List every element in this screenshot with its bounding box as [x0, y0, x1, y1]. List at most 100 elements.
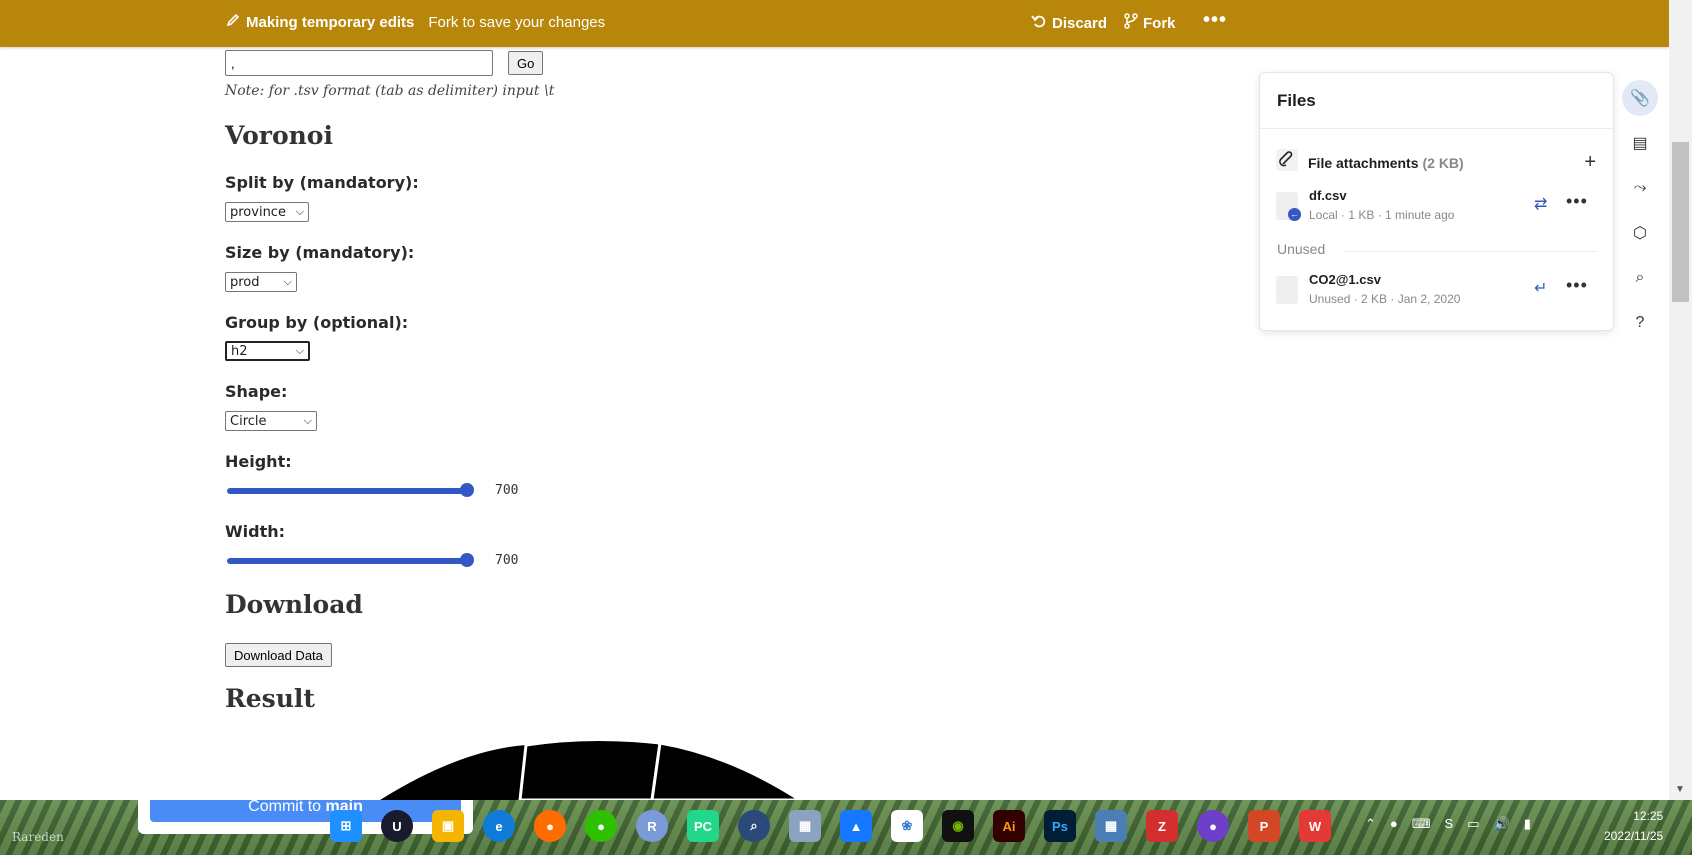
edge-browser-icon[interactable]: e [483, 810, 515, 842]
baidu-netdisk-icon[interactable]: ❀ [891, 810, 923, 842]
network-icon[interactable]: ▭ [1467, 816, 1479, 832]
size-select[interactable]: prod ⌵ [225, 272, 297, 292]
database-icon[interactable]: ▤ [1622, 125, 1658, 161]
download-data-button[interactable]: Download Data [225, 643, 332, 667]
file-more-button[interactable]: ••• [1566, 191, 1588, 212]
wps-icon[interactable]: W [1299, 810, 1331, 842]
help-icon[interactable]: ? [1622, 305, 1658, 341]
shape-value: Circle [230, 413, 267, 429]
nvidia-icon[interactable]: ◉ [942, 810, 974, 842]
search-app-icon[interactable]: ⌕ [738, 810, 770, 842]
more-options-button[interactable]: ••• [1203, 9, 1227, 32]
paperclip-icon [1276, 149, 1298, 176]
width-slider[interactable] [227, 551, 479, 569]
replace-file-icon[interactable]: ⇄ [1534, 194, 1547, 214]
input-method-icon[interactable]: ⌨ [1412, 816, 1431, 832]
fork-label: Fork [1143, 14, 1176, 32]
file-attachments-row: File attachments (2 KB) + [1276, 149, 1596, 176]
taskbar-apps: ⊞ U ▣ e ● ● R PC ⌕ ▦ ▲ ❀ ◉ Ai Ps ▦ Z ● P… [330, 810, 1331, 842]
chevron-down-icon: ⌵ [303, 414, 312, 427]
divider [1343, 251, 1597, 252]
chevron-up-icon[interactable]: ⌃ [1365, 816, 1376, 832]
file-row-co2[interactable]: CO2@1.csv Unused · 2 KB · Jan 2, 2020 ↵ … [1276, 270, 1596, 310]
file-more-button[interactable]: ••• [1566, 275, 1588, 296]
tsv-note: Note: for .tsv format (tab as delimiter)… [225, 83, 555, 99]
clock-date: 2022/11/25 [1604, 829, 1664, 843]
voronoi-chart [380, 737, 803, 800]
voronoi-heading: Voronoi [225, 121, 333, 150]
size-value: prod [230, 274, 260, 290]
illustrator-icon[interactable]: Ai [993, 810, 1025, 842]
files-panel: Files File attachments (2 KB) + ← df.csv … [1259, 72, 1614, 331]
height-slider-thumb[interactable] [460, 483, 474, 497]
attachments-title: File attachments [1308, 154, 1419, 171]
windows-start-icon[interactable]: ⊞ [330, 810, 362, 842]
shape-label: Shape: [225, 382, 288, 401]
battery-icon[interactable]: ▮ [1524, 816, 1531, 832]
voronoi-cell [518, 737, 662, 800]
split-select[interactable]: province ⌵ [225, 202, 309, 222]
attachments-size: (2 KB) [1422, 154, 1464, 171]
discard-button[interactable]: Discard [1031, 13, 1107, 33]
shape-select[interactable]: Circle ⌵ [225, 411, 317, 431]
pycharm-icon[interactable]: PC [687, 810, 719, 842]
firefox-icon[interactable]: ● [534, 810, 566, 842]
r-app-icon[interactable]: R [636, 810, 668, 842]
unused-label: Unused [1277, 241, 1326, 257]
calculator-icon[interactable]: ▦ [1095, 810, 1127, 842]
ultra-app-icon[interactable]: U [381, 810, 413, 842]
file-row-df[interactable]: ← df.csv Local · 1 KB · 1 minute ago ⇄ •… [1276, 186, 1596, 226]
width-slider-thumb[interactable] [460, 553, 474, 567]
discard-label: Discard [1052, 14, 1108, 32]
volume-icon[interactable]: 🔊 [1494, 816, 1510, 832]
width-slider-track [227, 558, 467, 564]
go-button[interactable]: Go [508, 51, 544, 75]
banner-subtitle: Fork to save your changes [428, 13, 606, 31]
undo-icon [1031, 13, 1047, 33]
file-meta: Unused · 2 KB · Jan 2, 2020 [1309, 292, 1461, 306]
attachments-label: File attachments (2 KB) [1308, 155, 1464, 171]
vertical-scrollbar[interactable]: ▼ [1669, 0, 1692, 800]
feishu-icon[interactable]: ▲ [840, 810, 872, 842]
add-file-button[interactable]: + [1584, 151, 1596, 174]
file-explorer-icon[interactable]: ▣ [432, 810, 464, 842]
group-select[interactable]: h2 ⌵ [225, 341, 310, 361]
dependency-icon[interactable]: ⤳ [1622, 170, 1658, 206]
system-tray: ⌃ ● ⌨ S ▭ 🔊 ▮ [1365, 816, 1531, 832]
photoshop-icon[interactable]: Ps [1044, 810, 1076, 842]
height-label: Height: [225, 452, 292, 471]
scroll-down-icon[interactable]: ▼ [1675, 784, 1685, 795]
delimiter-input[interactable] [225, 50, 493, 76]
system-clock[interactable]: 12:25 2022/11/25 [1604, 806, 1663, 846]
chevron-down-icon: ⌵ [295, 205, 304, 218]
github-icon[interactable]: ● [1197, 810, 1229, 842]
delimiter-row: Go [225, 50, 544, 76]
search-icon[interactable]: ⌕ [1622, 260, 1658, 296]
voronoi-cell [380, 745, 526, 800]
local-badge-icon: ← [1288, 208, 1301, 221]
zotero-icon[interactable]: Z [1146, 810, 1178, 842]
height-slider-track [227, 488, 467, 494]
height-slider[interactable] [227, 481, 479, 499]
file-icon [1276, 276, 1298, 304]
chevron-down-icon: ⌵ [295, 344, 304, 357]
app-tray-icon[interactable]: S [1445, 816, 1454, 832]
paperclip-icon[interactable]: 📎 [1622, 80, 1658, 116]
watermark: Rareden [12, 830, 64, 844]
size-label: Size by (mandatory): [225, 243, 415, 262]
banner-title: Making temporary edits [246, 13, 415, 31]
file-name: df.csv [1309, 188, 1347, 203]
image-viewer-icon[interactable]: ▦ [789, 810, 821, 842]
powerpoint-icon[interactable]: P [1248, 810, 1280, 842]
pencil-icon [226, 13, 240, 31]
wechat-tray-icon[interactable]: ● [1390, 816, 1398, 832]
files-title: Files [1277, 91, 1316, 110]
package-icon[interactable]: ⬡ [1622, 215, 1658, 251]
scrollbar-thumb[interactable] [1672, 142, 1689, 302]
wechat-icon[interactable]: ● [585, 810, 617, 842]
width-value: 700 [495, 553, 519, 568]
fork-icon [1124, 13, 1138, 33]
insert-file-icon[interactable]: ↵ [1534, 278, 1547, 298]
fork-button[interactable]: Fork [1124, 13, 1176, 33]
group-value: h2 [231, 343, 248, 359]
